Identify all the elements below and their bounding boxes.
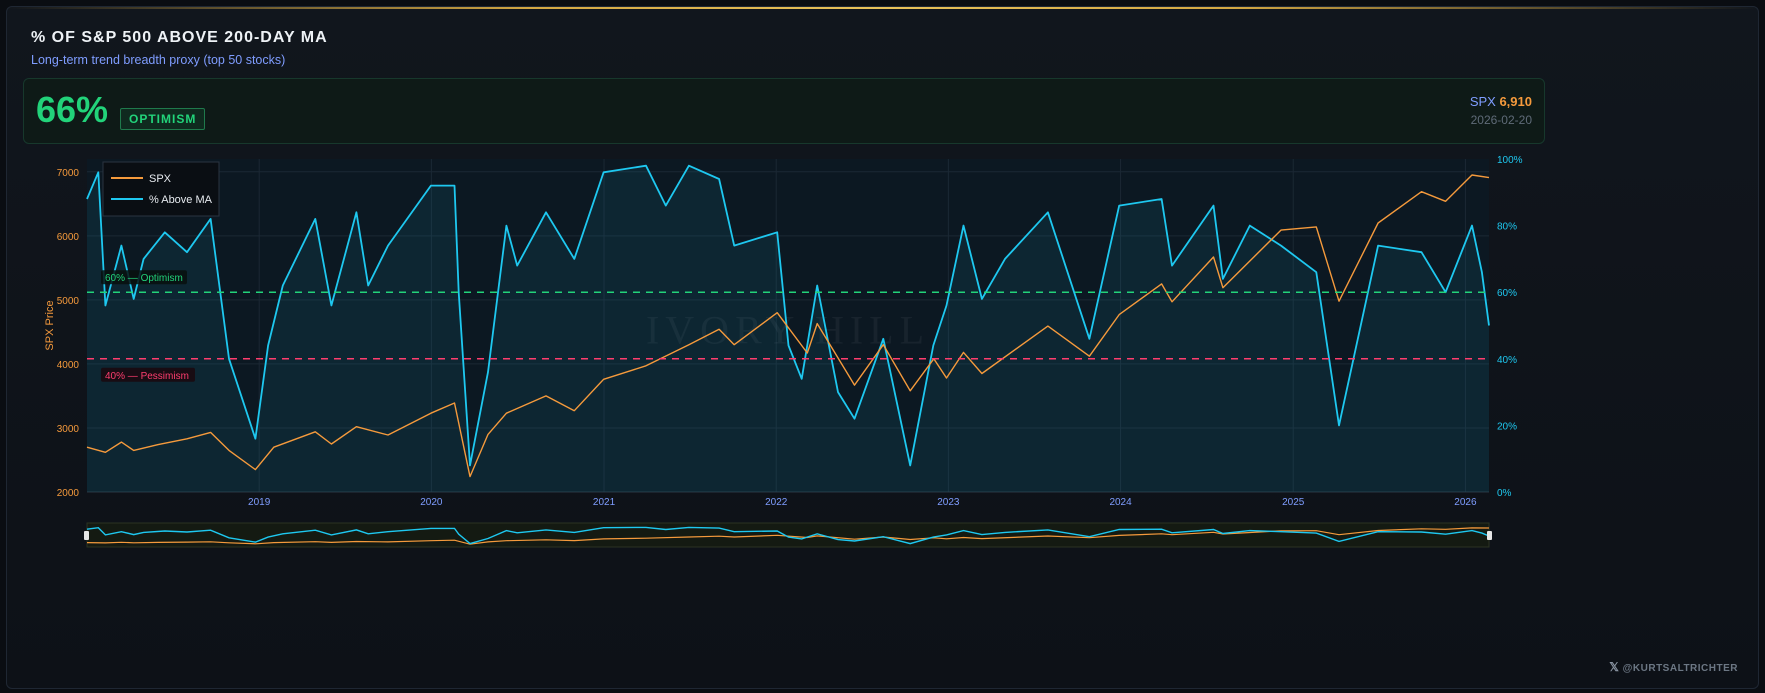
legend-label-breadth: % Above MA: [149, 194, 213, 206]
y-right-tick-label: 80%: [1497, 222, 1517, 233]
pessimism-threshold-label: 40% — Pessimism: [105, 371, 189, 382]
y-left-tick-label: 3000: [57, 424, 80, 435]
x-tick-label: 2022: [765, 497, 788, 508]
credit-footer[interactable]: 𝕏 @KURTSALTRICHTER: [1609, 660, 1738, 674]
navigator-handle-left[interactable]: [84, 531, 89, 540]
y-right-tick-label: 100%: [1497, 155, 1523, 166]
range-navigator: [86, 522, 1490, 548]
legend-label-spx: SPX: [149, 173, 172, 185]
y-right-tick-label: 40%: [1497, 355, 1517, 366]
x-tick-label: 2024: [1109, 497, 1132, 508]
y-right-tick-label: 60%: [1497, 288, 1517, 299]
x-tick-label: 2023: [937, 497, 960, 508]
y-left-tick-label: 5000: [57, 296, 80, 307]
x-tick-label: 2026: [1454, 497, 1477, 508]
x-tick-label: 2020: [420, 497, 443, 508]
breadth-chart[interactable]: 2000 3000 4000 5000 6000 7000 0% 20% 40% 60% 80% 10…: [7, 7, 1758, 688]
y-right-tick-label: 20%: [1497, 421, 1517, 432]
y-left-tick-label: 7000: [57, 168, 80, 179]
y-left-axis-title: SPX Price: [44, 300, 56, 350]
credit-handle: @KURTSALTRICHTER: [1622, 663, 1738, 674]
x-tick-label: 2025: [1282, 497, 1305, 508]
legend-box: [102, 161, 220, 217]
x-tick-label: 2021: [593, 497, 616, 508]
navigator-handle-right[interactable]: [1487, 531, 1492, 540]
y-left-tick-label: 6000: [57, 232, 80, 243]
chart-panel: % OF S&P 500 ABOVE 200-DAY MA Long-term …: [6, 6, 1759, 689]
x-logo-icon: 𝕏: [1609, 660, 1620, 674]
y-left-tick-label: 2000: [57, 488, 80, 499]
optimism-threshold-label: 60% — Optimism: [105, 273, 183, 284]
x-tick-label: 2019: [248, 497, 271, 508]
y-left-tick-label: 4000: [57, 360, 80, 371]
y-right-tick-label: 0%: [1497, 488, 1512, 499]
